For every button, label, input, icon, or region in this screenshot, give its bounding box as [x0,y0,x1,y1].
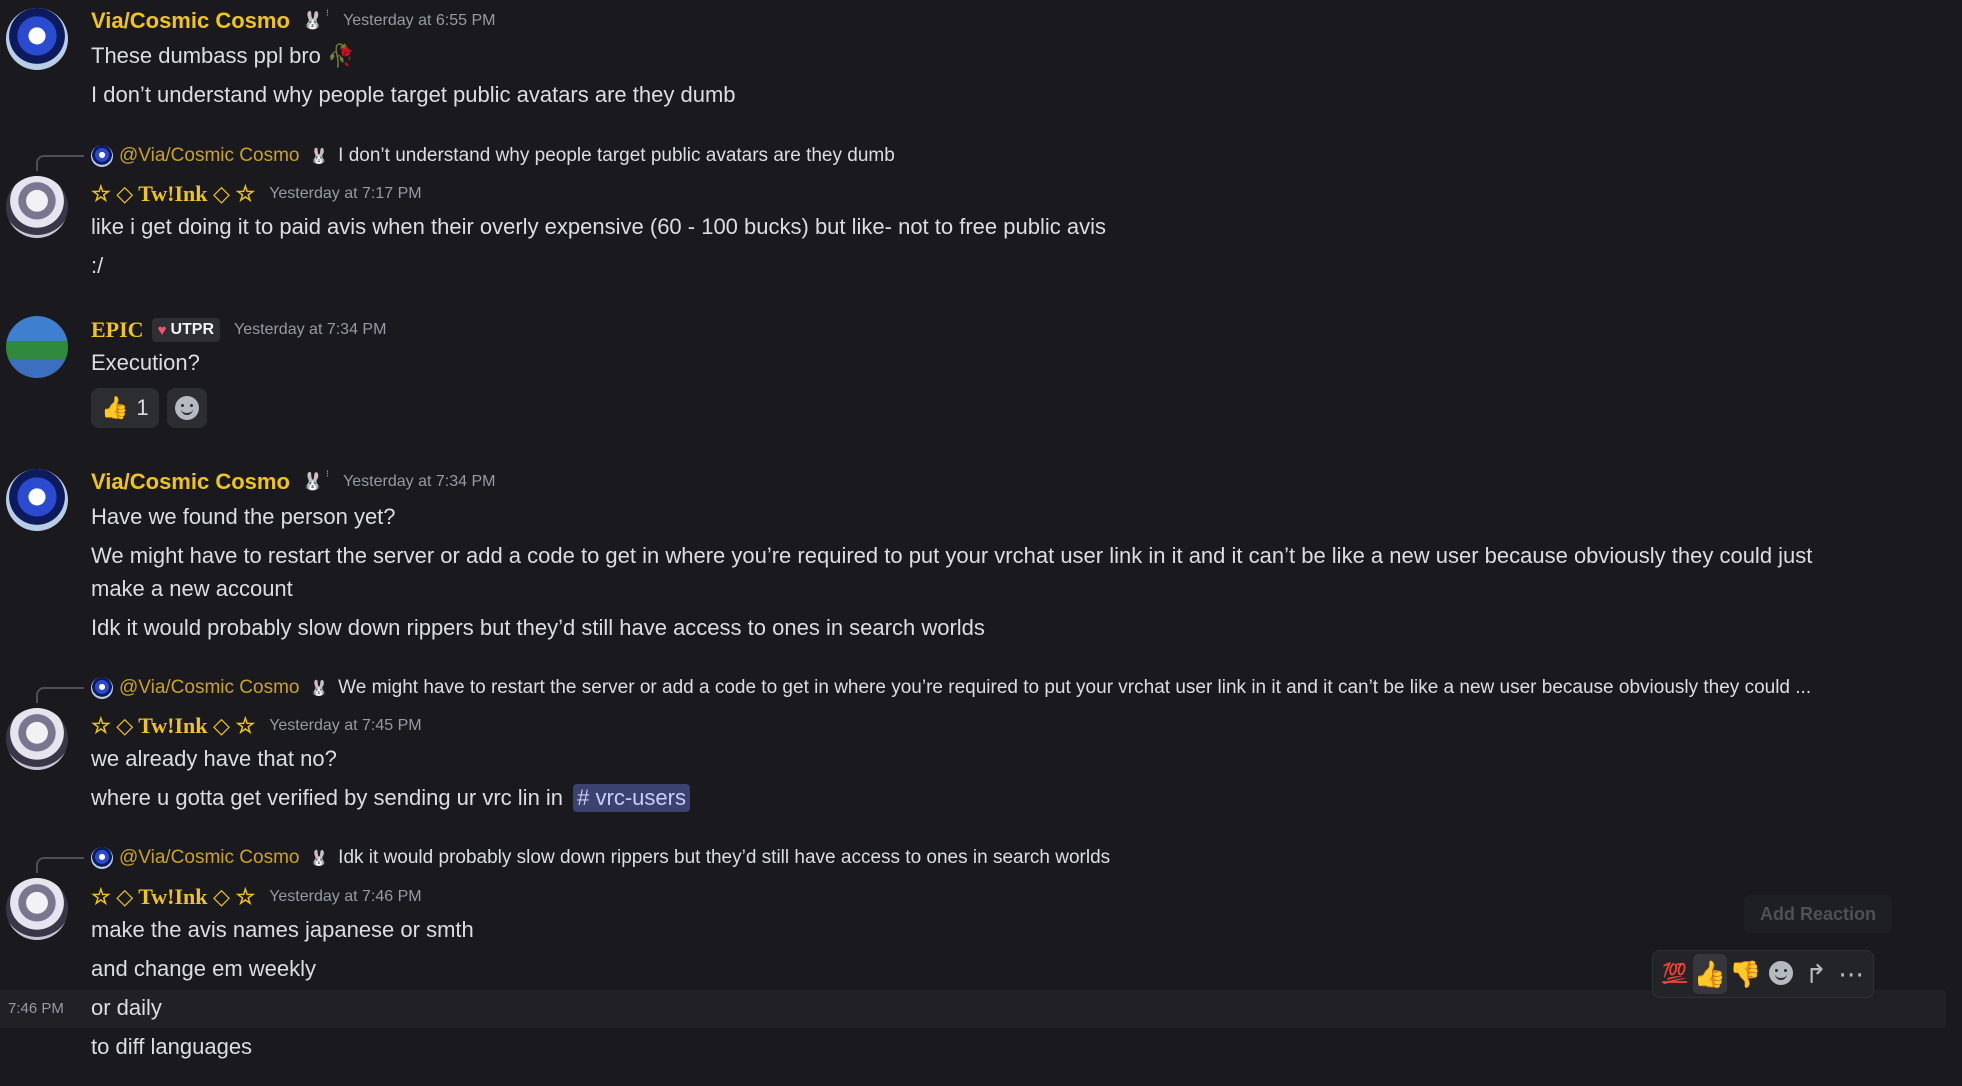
avatar-epic[interactable] [6,316,68,378]
message-header: EPIC ♥ UTPR Yesterday at 7:34 PM [91,317,386,343]
reply-avatar [91,145,113,167]
message-action-toolbar: 💯 👍 👎 ↱ ⋯ [1652,950,1874,998]
add-reaction-icon [1768,960,1793,985]
thumbs-up-reaction-button[interactable]: 👍 [1692,954,1727,994]
add-reaction-button[interactable] [1764,953,1798,996]
message-text-part: where u gotta get verified by sending ur… [91,785,564,810]
message-text: to diff languages [91,1034,253,1059]
reaction-thumbs-up[interactable]: 👍 1 [91,388,159,428]
rabbit-tag-icon: 🐰 [309,680,329,697]
message-header: ☆ ◇ Tw!Ink ◇ ☆ Yesterday at 7:46 PM [91,884,422,910]
timestamp: Yesterday at 7:34 PM [234,321,387,338]
add-reaction-button[interactable] [166,388,207,428]
message-text: These dumbass ppl bro 🥀 [91,43,355,68]
rabbit-tag-icon[interactable]: 🐰 [298,9,328,33]
timestamp: Yesterday at 7:34 PM [343,473,496,490]
reactions-bar: 👍 1 [91,388,207,428]
channel-mention[interactable]: # vrc-users [573,784,690,812]
add-reaction-tooltip: Add Reaction [1744,895,1892,933]
avatar-via-cosmic-cosmo[interactable] [6,8,68,70]
username[interactable]: ☆ ◇ Tw!Ink ◇ ☆ [91,181,255,207]
message-text: Have we found the person yet? [91,504,396,529]
timestamp: Yesterday at 7:46 PM [269,888,422,905]
message-text: make the avis names japanese or smth [91,917,474,942]
reply-preview[interactable]: @Via/Cosmic Cosmo 🐰 We might have to res… [91,677,1811,699]
message-header: ☆ ◇ Tw!Ink ◇ ☆ Yesterday at 7:45 PM [91,713,422,739]
avatar-twink[interactable] [6,878,68,940]
message-text: Execution? [91,350,200,375]
add-reaction-icon [174,396,199,420]
reply-preview[interactable]: @Via/Cosmic Cosmo 🐰 Idk it would probabl… [91,847,1110,869]
timestamp: Yesterday at 7:17 PM [269,185,422,202]
reply-mention[interactable]: @Via/Cosmic Cosmo [119,847,299,869]
message-text: Idk it would probably slow down rippers … [91,615,985,640]
message-text: I don’t understand why people target pub… [91,82,736,107]
thumbs-up-icon: 👍 [101,395,129,420]
timestamp: Yesterday at 6:55 PM [343,12,496,29]
hundred-reaction-button[interactable]: 💯 [1658,954,1692,994]
reply-text: Idk it would probably slow down rippers … [338,847,1111,868]
avatar-twink[interactable] [6,708,68,770]
forward-icon[interactable]: ↱ [1799,954,1833,994]
message-text: or daily [91,995,162,1020]
message-text: like i get doing it to paid avis when th… [91,214,1106,239]
guild-badge[interactable]: ♥ UTPR [151,318,221,342]
username[interactable]: ☆ ◇ Tw!Ink ◇ ☆ [91,713,255,739]
message-text: where u gotta get verified by sending ur… [91,784,690,812]
reaction-count: 1 [136,395,149,420]
reply-mention[interactable]: @Via/Cosmic Cosmo [119,145,299,167]
message-text: make a new account [91,576,293,601]
more-icon[interactable]: ⋯ [1834,954,1868,994]
message-text: :/ [91,253,104,278]
reply-spine [36,155,84,171]
message-header: Via/Cosmic Cosmo 🐰 ⁝ Yesterday at 7:34 PM [91,469,495,495]
reply-spine [36,687,84,703]
reply-spine [36,857,84,873]
message-text: we already have that no? [91,746,337,771]
message-header: ☆ ◇ Tw!Ink ◇ ☆ Yesterday at 7:17 PM [91,181,422,207]
message-text: We might have to restart the server or a… [91,543,1813,568]
reply-preview[interactable]: @Via/Cosmic Cosmo 🐰 I don’t understand w… [91,145,895,167]
username[interactable]: ☆ ◇ Tw!Ink ◇ ☆ [91,884,255,910]
rabbit-tag-icon: 🐰 [309,148,329,165]
heart-icon: ♥ [157,321,167,339]
avatar-twink[interactable] [6,176,68,238]
rabbit-tag-icon[interactable]: 🐰 [298,470,328,494]
username[interactable]: Via/Cosmic Cosmo [91,469,290,495]
message-text: and change em weekly [91,956,317,981]
hover-timestamp: 7:46 PM [8,1000,64,1017]
badge-label: UTPR [170,321,215,338]
thumbs-down-reaction-button[interactable]: 👎 [1728,954,1762,994]
username[interactable]: Via/Cosmic Cosmo [91,8,290,34]
reply-mention[interactable]: @Via/Cosmic Cosmo [119,677,299,699]
reply-avatar [91,847,113,869]
username[interactable]: EPIC [91,317,144,343]
timestamp: Yesterday at 7:45 PM [269,717,422,734]
dots-icon: ⁝ [325,7,330,19]
avatar-via-cosmic-cosmo[interactable] [6,469,68,531]
rabbit-tag-icon: 🐰 [309,850,329,867]
dots-icon: ⁝ [325,468,330,480]
reply-text: We might have to restart the server or a… [338,677,1812,698]
reply-avatar [91,677,113,699]
reply-text: I don’t understand why people target pub… [338,145,895,166]
message-header: Via/Cosmic Cosmo 🐰 ⁝ Yesterday at 6:55 PM [91,8,495,34]
